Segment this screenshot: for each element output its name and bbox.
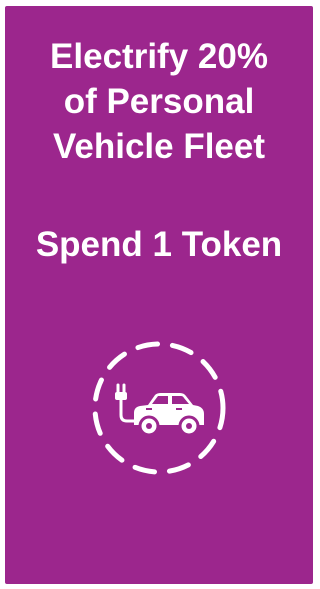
card-title-line-3: Vehicle Fleet <box>52 127 266 166</box>
card-title: Electrify 20% of Personal Vehicle Fleet <box>50 34 268 169</box>
card-title-line-2: of Personal <box>63 82 255 121</box>
card-cost: Spend 1 Token <box>35 225 283 264</box>
action-card[interactable]: Electrify 20% of Personal Vehicle Fleet … <box>5 6 313 584</box>
card-title-line-1: Electrify 20% <box>50 37 268 76</box>
electric-car-charging-icon <box>84 333 234 483</box>
